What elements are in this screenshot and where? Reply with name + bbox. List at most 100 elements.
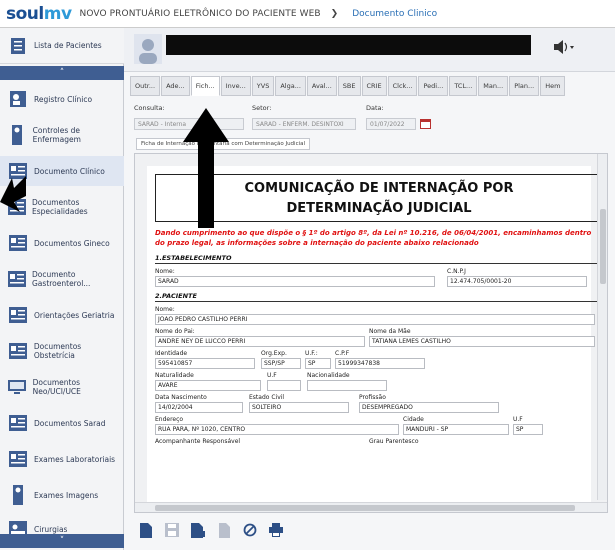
mae-label: Nome da Mãe [369, 328, 411, 335]
sidebar-item-exames-imagens[interactable]: Exames Imagens [0, 480, 124, 510]
cancel-icon[interactable] [242, 522, 258, 538]
soulmv-logo: soulmv [6, 3, 72, 24]
tab-crie[interactable]: CRIE [361, 76, 387, 96]
document-icon [8, 449, 28, 469]
sidebar-item-label: Controles de Enfermagem [32, 126, 81, 144]
uf-field[interactable]: SP [305, 358, 331, 369]
sidebar-scroll-up[interactable]: ˄ [0, 66, 124, 80]
endereco-label: Endereço [155, 416, 184, 423]
nacionalidade-field[interactable] [307, 380, 387, 391]
document-icon [8, 305, 28, 325]
sidebar-scroll-down[interactable]: ˅ [0, 534, 124, 548]
uf2-label: U.F [267, 372, 277, 379]
uf2-field[interactable] [267, 380, 301, 391]
endereco-field[interactable]: RUA PARA, Nº 1020, CENTRO [155, 424, 399, 435]
grau-parentesco-label: Grau Parentesco [369, 438, 419, 445]
sidebar-item-documentos-sarad[interactable]: Documentos Sarad [0, 408, 124, 438]
tab-pedi[interactable]: Pedi... [418, 76, 449, 96]
tab-bar: Outr... Ade... Fich... Inve... YVS Alga.… [130, 76, 615, 98]
main-panel: Outr... Ade... Fich... Inve... YVS Alga.… [124, 28, 615, 550]
intro-text: Dando cumprimento ao que dispõe o § 1º d… [155, 229, 592, 247]
tab-tcl[interactable]: TCL... [449, 76, 478, 96]
data-label: Data: [366, 104, 384, 112]
naturalidade-label: Naturalidade [155, 372, 194, 379]
sidebar-item-exames-laboratoriais[interactable]: Exames Laboratoriais [0, 444, 124, 474]
document-icon [8, 269, 26, 289]
speaker-icon[interactable] [554, 40, 576, 54]
sidebar-item-label: Documento Clínico [34, 166, 105, 176]
document-icon [8, 341, 28, 361]
sidebar-item-documento-gastroenterol[interactable]: Documento Gastroenterol... [0, 264, 124, 294]
paciente-nome-field[interactable]: JOAO PEDRO CASTILHO PERRI [155, 314, 595, 325]
tab-ade[interactable]: Ade... [161, 76, 190, 96]
acompanhante-label: Acompanhante Responsável [155, 438, 241, 445]
clinical-record-icon [8, 89, 28, 109]
cnpj-field[interactable]: 12.474.705/0001-20 [447, 276, 587, 287]
sidebar-item-label: Exames Imagens [34, 490, 99, 500]
annotation-arrow-left [0, 176, 26, 212]
sidebar-item-label: Cirurgias [34, 524, 68, 534]
pai-field[interactable]: ANDRE NEY DE LUCCO PERRI [155, 336, 365, 347]
identidade-label: Identidade [155, 350, 188, 357]
tab-sbe[interactable]: SBE [337, 76, 361, 96]
tab-aval[interactable]: Aval... [306, 76, 337, 96]
data-field[interactable]: 01/07/2022 [366, 118, 416, 130]
nacionalidade-label: Nacionalidade [307, 372, 350, 379]
sidebar-item-orientacoes-geriatria[interactable]: Orientações Geriatria [0, 300, 124, 330]
sidebar-item-documentos-obstetricia[interactable]: Documentos Obstetrícia [0, 336, 124, 366]
breadcrumb-document[interactable]: Documento Clinico [352, 9, 437, 19]
copy-document-icon[interactable] [216, 522, 232, 538]
org-exp-field[interactable]: SSP/SP [261, 358, 301, 369]
new-document-icon[interactable] [138, 522, 154, 538]
cpf-field[interactable]: 51999347838 [335, 358, 425, 369]
tab-yvs[interactable]: YVS [251, 76, 275, 96]
top-bar: soulmv NOVO PRONTUÁRIO ELETRÔNICO DO PAC… [0, 0, 615, 28]
naturalidade-field[interactable]: AVARE [155, 380, 261, 391]
print-icon[interactable] [268, 522, 284, 538]
sidebar-item-documentos-neo[interactable]: Documentos Neo/UCI/UCE [0, 372, 124, 402]
pai-label: Nome do Pai: [155, 328, 195, 335]
uf3-label: U.F [513, 416, 523, 423]
org-exp-label: Org.Exp. [261, 350, 287, 357]
estab-nome-field[interactable]: SARAD [155, 276, 435, 287]
patient-list-label: Lista de Pacientes [34, 41, 102, 50]
horizontal-scrollbar[interactable] [135, 502, 607, 512]
tab-plan[interactable]: Plan... [509, 76, 540, 96]
calendar-icon[interactable] [420, 119, 431, 129]
sign-document-icon[interactable] [190, 522, 206, 538]
nascimento-label: Data Nascimento [155, 394, 207, 401]
section-paciente: 2.PACIENTE [155, 292, 603, 302]
profissao-field[interactable]: DESEMPREGADO [359, 402, 499, 413]
annotation-arrow-up [183, 108, 229, 228]
tab-outr[interactable]: Outr... [130, 76, 161, 96]
sidebar-item-controles-enfermagem[interactable]: Controles de Enfermagem [0, 120, 124, 150]
sidebar-item-label: Documentos Obstetrícia [33, 342, 82, 360]
estado-civil-field[interactable]: SOLTEIRO [249, 402, 349, 413]
tab-man[interactable]: Man... [478, 76, 509, 96]
nascimento-field[interactable]: 14/02/2004 [155, 402, 243, 413]
tab-clck[interactable]: Clck... [387, 76, 418, 96]
cpf-label: C.P.F [335, 350, 350, 357]
cidade-field[interactable]: MANDURI - SP [403, 424, 509, 435]
tab-hem[interactable]: Hem [540, 76, 566, 96]
patient-list-button[interactable]: Lista de Pacientes [0, 28, 124, 64]
monitor-icon [8, 377, 27, 397]
identidade-field[interactable]: 595410857 [155, 358, 255, 369]
sidebar-item-documentos-gineco[interactable]: Documentos Gineco [0, 228, 124, 258]
redacted-patient-name [166, 35, 531, 55]
uf-label: U.F.: [305, 350, 318, 357]
sidebar-item-registro-clinico[interactable]: Registro Clínico [0, 84, 124, 114]
vertical-scrollbar[interactable] [597, 154, 607, 500]
mae-field[interactable]: TATIANA LEMES CASTILHO [369, 336, 595, 347]
save-icon[interactable] [164, 522, 180, 538]
sidebar-item-label: Documento Gastroenterol... [32, 270, 91, 288]
tab-inve[interactable]: Inve... [220, 76, 251, 96]
paciente-nome-label: Nome: [155, 306, 175, 313]
tab-alga[interactable]: Alga... [275, 76, 306, 96]
tab-fich[interactable]: Fich... [190, 76, 220, 96]
setor-field[interactable]: SARAD - ENFERM. DESINTOXI [252, 118, 356, 130]
document-icon [8, 413, 28, 433]
app-menu-chevron-icon[interactable]: ❯ [331, 9, 339, 19]
uf3-field[interactable]: SP [513, 424, 543, 435]
sidebar-item-label: Registro Clínico [34, 94, 93, 104]
